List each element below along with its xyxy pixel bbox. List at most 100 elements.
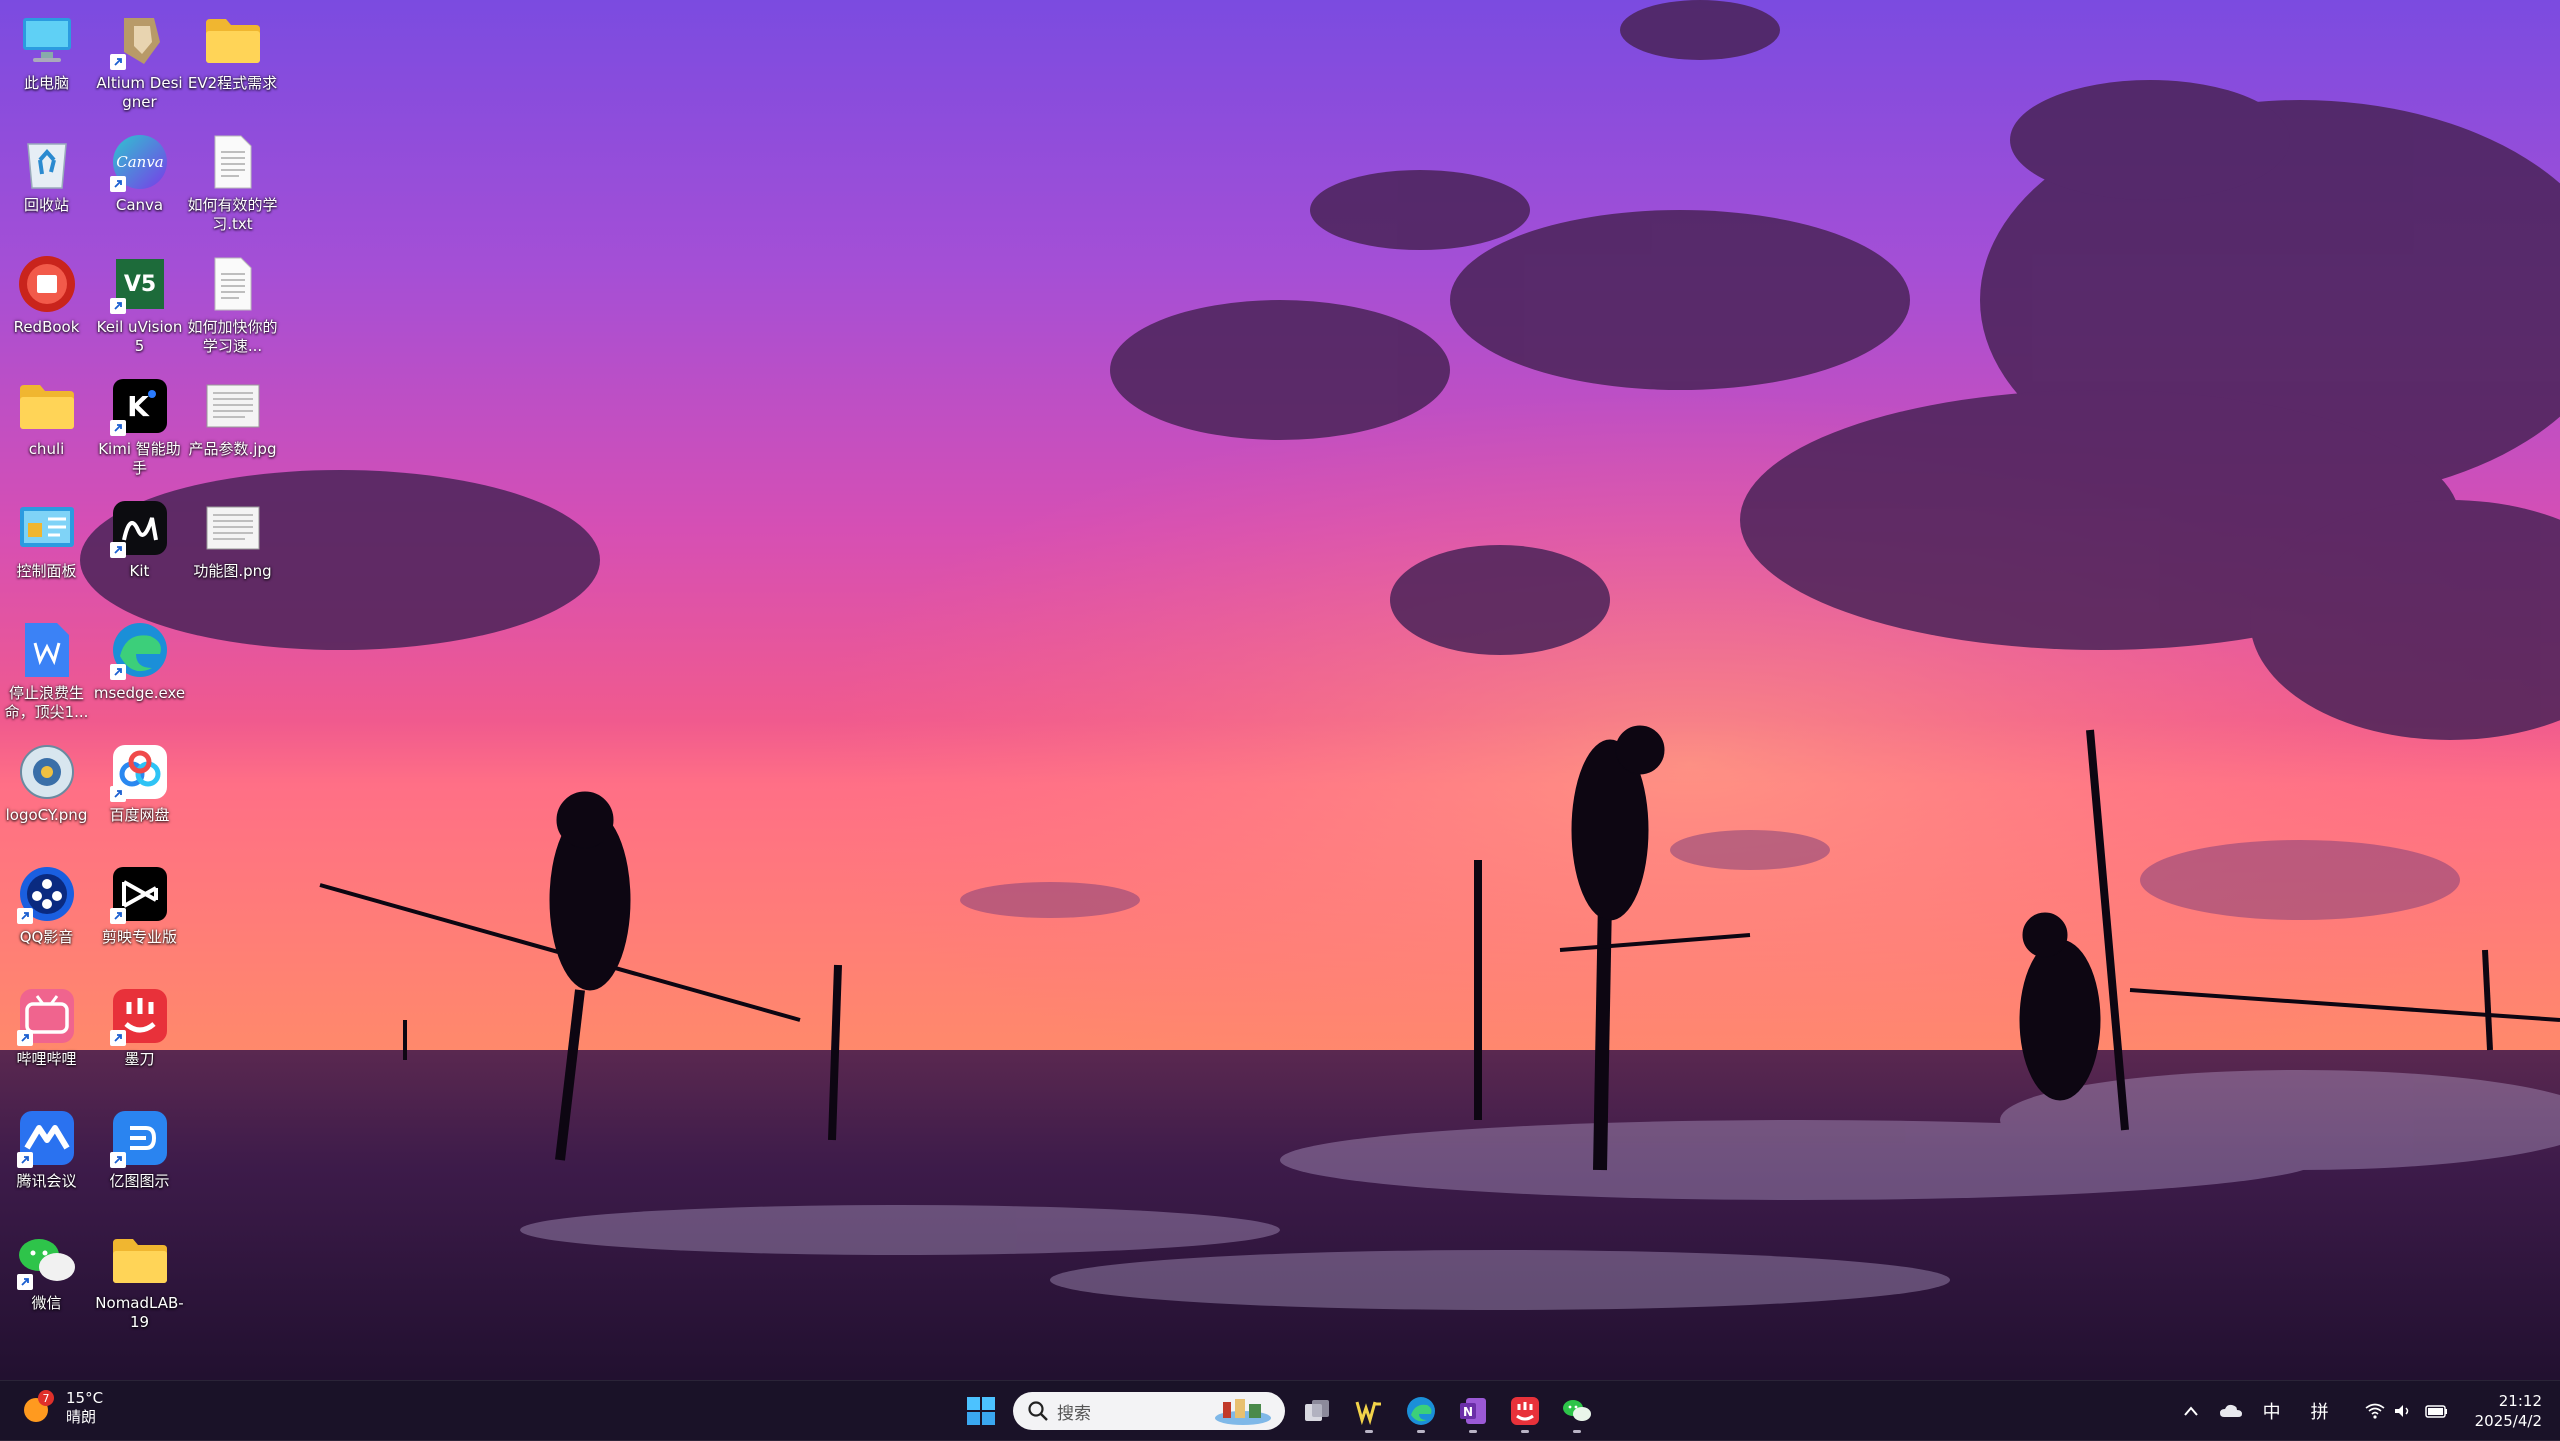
taskbar-onenote[interactable]: N [1447, 1389, 1499, 1433]
computer-icon [17, 10, 77, 70]
desktop-icon[interactable]: logoCY.png [0, 736, 93, 858]
png-file-icon [17, 742, 77, 802]
folder-icon [110, 1230, 170, 1290]
desktop-icon[interactable]: NomadLAB-19 [93, 1224, 186, 1346]
desktop-wallpaper [0, 0, 2560, 1440]
desktop-icon-label: 控制面板 [16, 562, 77, 580]
control-panel-icon [17, 498, 77, 558]
start-icon [967, 1397, 995, 1425]
svg-text:V5: V5 [123, 272, 155, 297]
onedrive-button[interactable] [2219, 1403, 2243, 1419]
desktop-icon[interactable]: 腾讯会议 [0, 1102, 93, 1224]
desktop-icon[interactable]: 百度网盘 [93, 736, 186, 858]
shortcut-arrow-icon [109, 420, 126, 436]
taskbar-wechat[interactable] [1551, 1389, 1603, 1433]
shortcut-arrow-icon [16, 1152, 33, 1168]
taskbar-modao[interactable] [1499, 1389, 1551, 1433]
clock-time: 21:12 [2498, 1392, 2542, 1410]
weather-badge: 7 [43, 1392, 50, 1405]
desktop-icon[interactable]: 亿图图示 [93, 1102, 186, 1224]
desktop-icon[interactable]: Kit [93, 492, 186, 614]
empty-slot [186, 858, 279, 980]
modao-icon [109, 986, 170, 1046]
empty-slot [186, 980, 279, 1102]
desktop-icon-label: QQ影音 [19, 928, 74, 946]
desktop-icon-label: NomadLAB-19 [95, 1294, 184, 1331]
desktop-icon[interactable]: 功能图.png [186, 492, 279, 614]
desktop-icon[interactable]: 如何加快你的学习速... [186, 248, 279, 370]
desktop-icon-label: msedge.exe [93, 684, 186, 702]
desktop-icon-label: 停止浪费生命，顶尖1... [4, 684, 89, 721]
altium-icon [109, 10, 170, 70]
baidu-netdisk-icon [109, 742, 170, 802]
show-hidden-icons-button[interactable] [2183, 1405, 2199, 1417]
wechat-icon [1563, 1400, 1591, 1421]
sun-icon: 7 [20, 1390, 56, 1426]
desktop-icon[interactable]: msedge.exe [93, 614, 186, 736]
empty-slot [186, 1102, 279, 1224]
image-file-icon [203, 498, 263, 558]
text-file-icon [203, 254, 263, 314]
desktop-icon[interactable]: 如何有效的学习.txt [186, 126, 279, 248]
redbook-icon [17, 254, 77, 314]
image-file-icon [203, 376, 263, 436]
desktop-icon[interactable]: 哔哩哔哩 [0, 980, 93, 1102]
desktop-icon[interactable]: EV2程式需求 [186, 4, 279, 126]
desktop-icon[interactable]: chuli [0, 370, 93, 492]
recycle-bin-icon [17, 132, 77, 192]
desktop-icon-label: 此电脑 [23, 74, 69, 92]
taskbar-edge[interactable] [1395, 1389, 1447, 1433]
desktop-icon-label: chuli [28, 440, 65, 458]
desktop-icon[interactable]: V5 Keil uVision5 [93, 248, 186, 370]
shortcut-arrow-icon [16, 1274, 33, 1290]
taskbar-wps[interactable] [1343, 1389, 1395, 1433]
running-indicator [1417, 1430, 1425, 1433]
desktop-icon-label: 亿图图示 [109, 1172, 170, 1190]
quick-settings-button[interactable] [2365, 1403, 2449, 1419]
desktop-icon[interactable]: 产品参数.jpg [186, 370, 279, 492]
task-view-icon [1305, 1400, 1329, 1421]
desktop-icon[interactable]: 此电脑 [0, 4, 93, 126]
bilibili-icon [16, 986, 77, 1046]
desktop-icon-label: Kit [129, 562, 150, 580]
desktop-icon-label: 如何加快你的学习速... [187, 318, 278, 355]
desktop-icon-label: Canva [115, 196, 164, 214]
taskbar-search[interactable]: 搜索 [1013, 1392, 1285, 1430]
weather-temp: 15°C [66, 1389, 104, 1407]
desktop-icon[interactable]: K Kimi 智能助手 [93, 370, 186, 492]
desktop-icon[interactable]: Canva Canva [93, 126, 186, 248]
desktop-icon[interactable]: 控制面板 [0, 492, 93, 614]
running-indicator [1573, 1430, 1581, 1433]
wechat-icon [16, 1230, 77, 1290]
start-button[interactable] [955, 1389, 1007, 1433]
onenote-icon: N [1460, 1398, 1486, 1424]
desktop-icon-label: 腾讯会议 [16, 1172, 77, 1190]
word-doc-icon [17, 620, 77, 680]
desktop-icon-label: Kimi 智能助手 [98, 440, 181, 477]
desktop-icon[interactable]: RedBook [0, 248, 93, 370]
desktop-icon[interactable]: Altium Designer [93, 4, 186, 126]
running-indicator [1469, 1430, 1477, 1433]
taskbar-clock[interactable]: 21:12 2025/4/2 [2475, 1391, 2542, 1431]
desktop-icon[interactable]: 剪映专业版 [93, 858, 186, 980]
weather-widget[interactable]: 7 15°C 晴朗 [20, 1389, 103, 1427]
desktop-icon-label: logoCY.png [5, 806, 88, 824]
desktop-icon[interactable]: 停止浪费生命，顶尖1... [0, 614, 93, 736]
desktop-icon-label: Keil uVision5 [96, 318, 183, 355]
shortcut-arrow-icon [109, 1030, 126, 1046]
chevron-up-icon [2183, 1406, 2198, 1416]
cloud-icon [2219, 1404, 2242, 1417]
keil-icon: V5 [109, 254, 170, 314]
desktop-icon[interactable]: 墨刀 [93, 980, 186, 1102]
desktop-icon[interactable]: QQ影音 [0, 858, 93, 980]
input-method-mode[interactable]: 拼 [2311, 1398, 2329, 1424]
modao-icon [1511, 1397, 1539, 1425]
input-method-language[interactable]: 中 [2263, 1398, 2281, 1424]
task-view-button[interactable] [1291, 1389, 1343, 1433]
shortcut-arrow-icon [109, 908, 126, 924]
desktop-icon-label: 剪映专业版 [101, 928, 177, 946]
desktop-icon[interactable]: 回收站 [0, 126, 93, 248]
shortcut-arrow-icon [109, 176, 126, 192]
desktop-icon-label: EV2程式需求 [187, 74, 278, 92]
desktop-icon[interactable]: 微信 [0, 1224, 93, 1346]
